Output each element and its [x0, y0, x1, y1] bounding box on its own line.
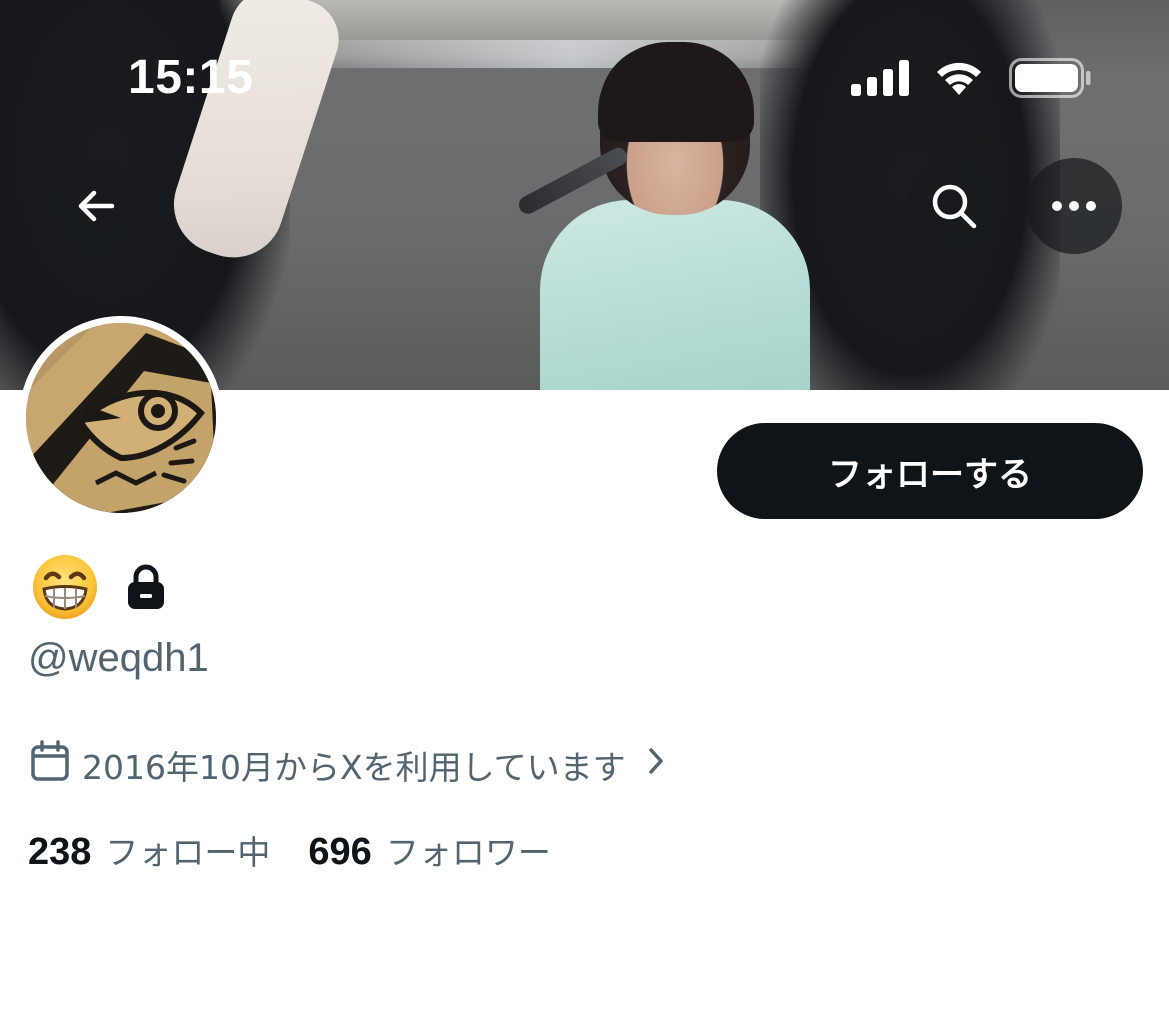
joined-date[interactable]: 2016年10月からXを利用しています: [30, 740, 666, 790]
arrow-left-icon: [78, 190, 115, 222]
following-label: フォロー中: [105, 833, 271, 872]
avatar[interactable]: [19, 316, 223, 520]
joined-text: 2016年10月からXを利用しています: [82, 748, 626, 787]
back-button[interactable]: [48, 158, 144, 254]
wifi-icon: [933, 59, 985, 101]
follow-stats: 238 フォロー中 696 フォロワー: [28, 826, 551, 874]
chevron-right-icon: [646, 745, 666, 785]
cellular-signal-icon: [851, 60, 909, 100]
following-stat[interactable]: 238 フォロー中: [28, 826, 270, 874]
followers-label: フォロワー: [385, 833, 551, 872]
calendar-icon: [30, 740, 70, 790]
lock-icon: [126, 564, 166, 614]
banner-singer-body: [540, 200, 810, 390]
search-button[interactable]: [906, 158, 1002, 254]
status-time: 15:15: [128, 51, 254, 104]
display-name-emoji: [32, 554, 98, 624]
follow-button[interactable]: フォローする: [717, 423, 1143, 519]
more-button[interactable]: [1026, 158, 1122, 254]
followers-stat[interactable]: 696 フォロワー: [308, 826, 550, 874]
display-name-row: [32, 554, 166, 624]
user-handle: @weqdh1: [28, 636, 209, 680]
battery-icon: [1009, 58, 1091, 102]
following-count: 238: [28, 831, 92, 873]
status-icons: [851, 58, 1091, 102]
followers-count: 696: [308, 831, 372, 873]
more-horizontal-icon: [1052, 201, 1096, 211]
search-icon: [932, 184, 977, 229]
avatar-image: [26, 323, 216, 513]
